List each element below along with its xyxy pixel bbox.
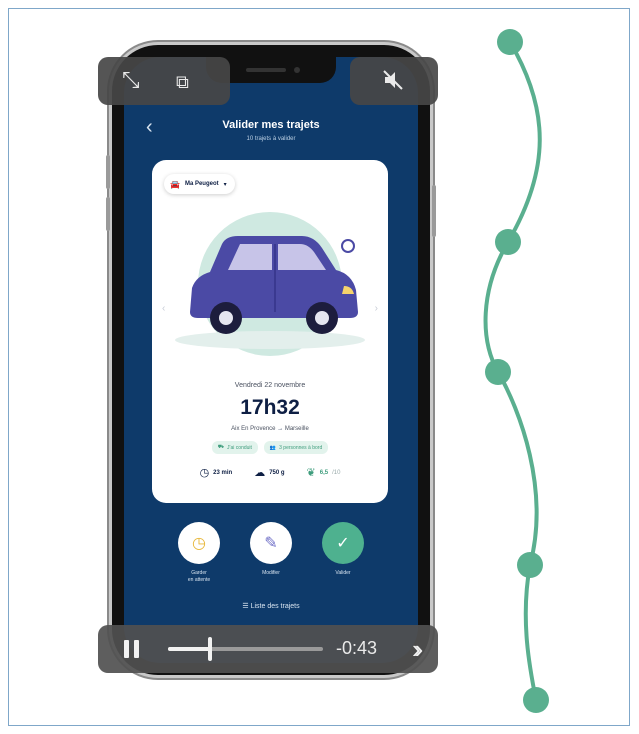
timeline-node (497, 29, 523, 55)
trip-stats: ◷ 23 min ☁ 750 g ❦ 6,5 /10 (152, 466, 388, 479)
stat-co2: ☁ 750 g (254, 466, 284, 479)
stat-value: 750 g (269, 469, 285, 476)
route-from: Aix En Provence (231, 426, 276, 432)
validate-action[interactable]: ✓ Valider (317, 522, 369, 584)
route-to: Marseille (284, 426, 309, 432)
timeline-node (523, 687, 549, 713)
phone-mockup: ‹ Valider mes trajets 10 trajets à valid… (106, 45, 436, 675)
stat-unit: /10 (332, 469, 341, 476)
chip-label: J'ai conduit (227, 444, 252, 451)
clock-icon: ◷ (199, 467, 210, 479)
trip-card: 🚘 Ma Peugeot ▾ ‹ › Vendredi 22 novembre … (152, 160, 388, 503)
video-playback-bar: -0:43 ›› (98, 625, 438, 673)
car-icon: 🚘 (170, 179, 180, 189)
leaf-icon: ❦ (306, 467, 316, 479)
edit-button[interactable]: ✎ (250, 522, 292, 564)
stat-value: 23 min (213, 469, 233, 476)
trip-actions: ◷ Garder en attente ✎ Modifier ✓ Valider (124, 522, 418, 584)
video-top-right-controls (350, 57, 438, 105)
edit-action[interactable]: ✎ Modifier (245, 522, 297, 584)
fullscreen-icon[interactable]: ⤡ (122, 69, 140, 91)
stat-duration: ◷ 23 min (200, 466, 233, 479)
mute-icon[interactable] (382, 69, 404, 95)
validate-button[interactable]: ✓ (322, 522, 364, 564)
fast-forward-icon[interactable]: ›› (412, 634, 424, 665)
page-title: Valider mes trajets (222, 119, 320, 131)
chevron-down-icon: ▾ (223, 181, 227, 188)
picture-in-picture-icon[interactable]: ⧉ (176, 71, 189, 93)
time-remaining: -0:43 (336, 638, 378, 658)
hold-label: Garder en attente (187, 570, 211, 583)
timeline-node (517, 552, 543, 578)
hold-action[interactable]: ◷ Garder en attente (173, 522, 225, 584)
edit-label: Modifier (262, 570, 280, 576)
trips-list-label: Liste des trajets (250, 603, 300, 610)
chip-passengers[interactable]: 👥 3 personnes à bord (263, 441, 329, 454)
validate-label: Valider (335, 570, 351, 576)
stat-value: 6,5 (319, 469, 329, 476)
chip-driver[interactable]: ⛟ J'ai conduit (211, 441, 258, 454)
co2-icon: ☁ (254, 467, 266, 479)
list-icon: ☰ (242, 603, 249, 610)
app-screen: ‹ Valider mes trajets 10 trajets à valid… (124, 57, 418, 663)
power-button (432, 185, 436, 237)
trip-chips: ⛟ J'ai conduit 👥 3 personnes à bord (152, 441, 388, 454)
page-subtitle: 10 trajets à valider (246, 136, 296, 142)
people-icon: 👥 (269, 444, 277, 451)
trip-time: 17h32 (240, 396, 300, 419)
pencil-icon: ✎ (264, 535, 278, 552)
vehicle-selector[interactable]: 🚘 Ma Peugeot ▾ (164, 174, 235, 194)
car-icon: ⛟ (217, 444, 225, 450)
previous-arrow-icon[interactable]: ‹ (162, 303, 165, 314)
check-icon: ✓ (336, 535, 350, 552)
trips-list-link[interactable]: ☰ Liste des trajets (124, 602, 418, 610)
video-scrubber[interactable] (168, 637, 323, 661)
pause-icon[interactable] (124, 640, 142, 658)
vehicle-name: Ma Peugeot (184, 181, 219, 187)
video-top-left-controls: ⤡ ⧉ (98, 57, 230, 105)
timeline-node (495, 229, 521, 255)
volume-down-button (106, 197, 110, 231)
chip-label: 3 personnes à bord (279, 444, 323, 451)
car-illustration (175, 212, 365, 356)
next-arrow-icon[interactable]: › (375, 303, 378, 314)
stat-score: ❦ 6,5 /10 (307, 466, 341, 479)
progress-timeline (483, 29, 549, 713)
trip-date: Vendredi 22 novembre (234, 382, 306, 389)
timeline-node (485, 359, 511, 385)
volume-up-button (106, 155, 110, 189)
hold-button[interactable]: ◷ (178, 522, 220, 564)
route-arrow-icon: → (277, 426, 284, 432)
clock-icon: ◷ (192, 535, 206, 552)
scrubber-thumb[interactable] (207, 637, 212, 661)
scrubber-progress (168, 647, 210, 651)
trip-route: Aix En Provence → Marseille (152, 426, 388, 432)
